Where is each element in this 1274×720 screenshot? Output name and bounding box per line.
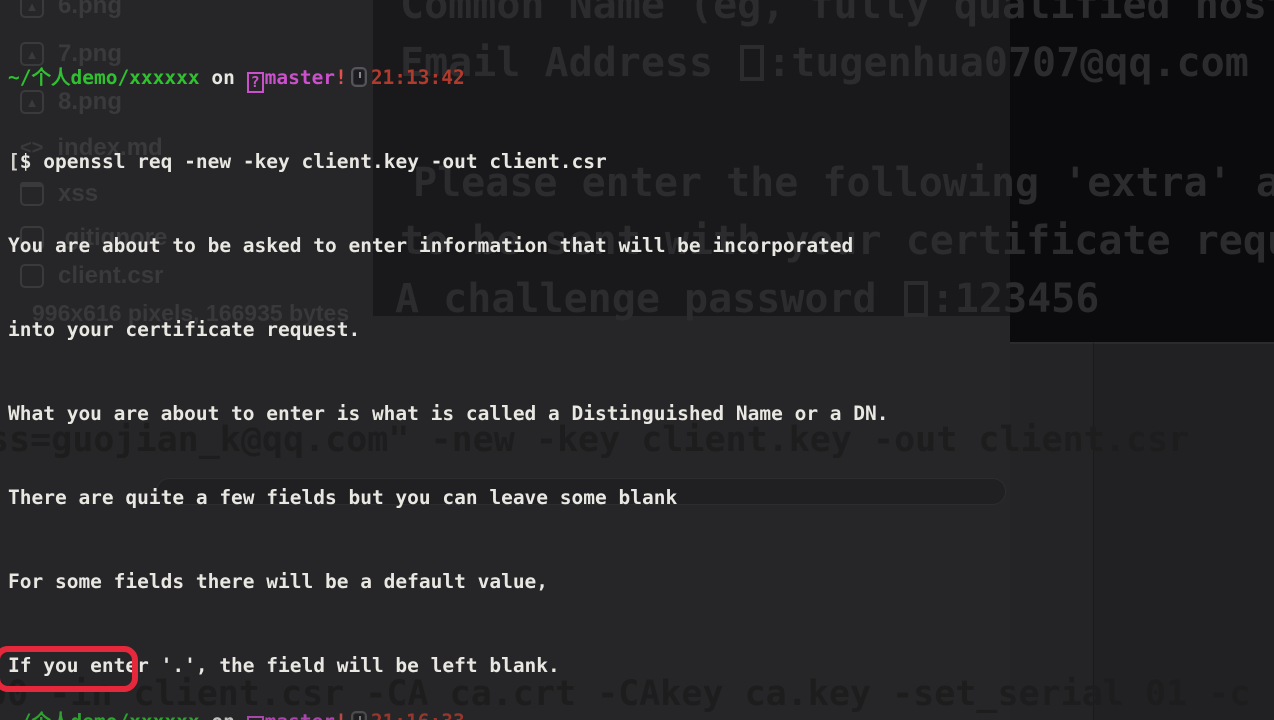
- prompt-on: on: [211, 66, 234, 89]
- git-dirty-flag: !: [335, 710, 347, 720]
- prompt-line: ~/个人demo/xxxxxx on ?master! 21:13:42: [8, 64, 947, 92]
- command-text: openssl req -new -key client.key -out cl…: [43, 150, 607, 173]
- watch-icon: [351, 67, 367, 87]
- background-window-panel: [1093, 342, 1274, 720]
- prompt-bracket: [: [8, 150, 20, 173]
- annotation-highlight-box: [0, 646, 138, 692]
- watch-icon: [351, 711, 367, 720]
- prompt-time: 21:16:33: [371, 710, 465, 720]
- git-branch: master: [265, 66, 335, 89]
- output-line: What you are about to enter is what is c…: [8, 400, 947, 428]
- terminal-output: ~/个人demo/xxxxxx on ?master!21:13:42 [$ o…: [8, 8, 947, 720]
- output-line: There are quite a few fields but you can…: [8, 484, 947, 512]
- prompt-line-partial: ~/个人demo/xxxxxx on ?master! 21:16:33: [8, 708, 465, 720]
- output-line: You are about to be asked to enter infor…: [8, 232, 947, 260]
- prompt-time: 21:13:42: [371, 66, 465, 89]
- prompt-on: on: [211, 710, 234, 720]
- git-question-icon: ?: [247, 72, 264, 93]
- output-line: For some fields there will be a default …: [8, 568, 947, 596]
- output-line: into your certificate request.: [8, 316, 947, 344]
- git-branch: master: [265, 710, 335, 720]
- output-line: If you enter '.', the field will be left…: [8, 652, 947, 680]
- git-question-icon: ?: [247, 716, 264, 720]
- command-line: [$ openssl req -new -key client.key -out…: [8, 148, 947, 176]
- background-window-panel: [1010, 342, 1093, 720]
- prompt-path: ~/个人demo/xxxxxx: [8, 66, 200, 89]
- prompt-path: ~/个人demo/xxxxxx: [8, 710, 200, 720]
- git-dirty-flag: !: [335, 66, 347, 89]
- prompt-dollar: $: [20, 150, 32, 173]
